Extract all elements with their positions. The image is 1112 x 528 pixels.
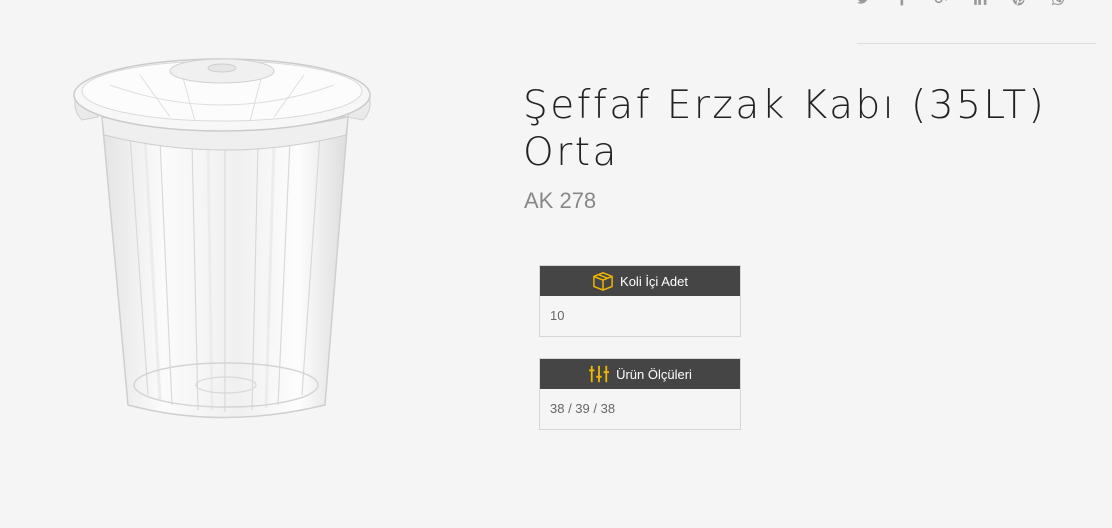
google-plus-icon[interactable] bbox=[934, 0, 948, 6]
pinterest-icon[interactable] bbox=[1012, 0, 1026, 6]
twitter-icon[interactable] bbox=[856, 0, 870, 6]
spec-label: Koli İçi Adet bbox=[620, 273, 688, 289]
spec-value: 10 bbox=[550, 308, 565, 323]
product-code: AK 278 bbox=[524, 188, 597, 213]
spec-box-pack-quantity: Koli İçi Adet 10 bbox=[539, 265, 741, 337]
measure-icon bbox=[589, 365, 610, 383]
whatsapp-icon[interactable] bbox=[1051, 0, 1065, 6]
spec-label: Ürün Ölçüleri bbox=[616, 366, 692, 382]
product-image[interactable] bbox=[70, 55, 375, 427]
spec-value: 38 / 39 / 38 bbox=[550, 401, 616, 416]
header-divider bbox=[857, 43, 1096, 44]
linkedin-icon[interactable] bbox=[973, 0, 987, 6]
facebook-icon[interactable] bbox=[895, 0, 909, 6]
product-title: Şeffaf Erzak Kabı (35LT) Orta bbox=[523, 83, 1047, 175]
social-share-bar bbox=[856, 0, 1090, 6]
spec-header: Koli İçi Adet bbox=[540, 266, 740, 296]
box-icon bbox=[593, 272, 613, 291]
spec-box-dimensions: Ürün Ölçüleri 38 / 39 / 38 bbox=[539, 358, 741, 430]
spec-header: Ürün Ölçüleri bbox=[540, 359, 740, 389]
